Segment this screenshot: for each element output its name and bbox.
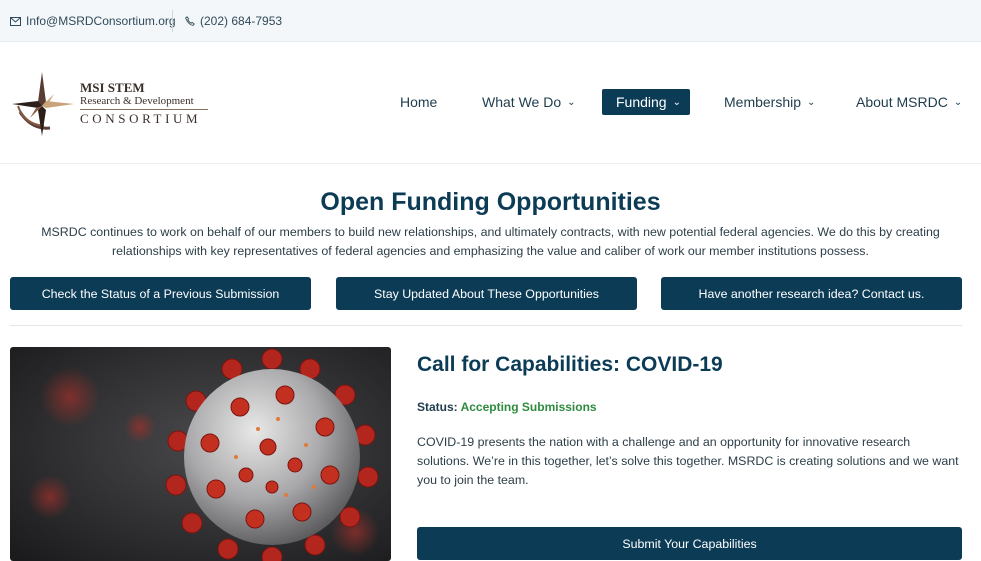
site-header: MSI STEM Research & Development CONSORTI…	[0, 42, 981, 164]
section-divider	[10, 325, 962, 326]
top-contact-bar: Info@MSRDConsortium.org (202) 684-7953	[0, 0, 981, 42]
stay-updated-button[interactable]: Stay Updated About These Opportunities	[336, 277, 637, 310]
nav-item-label: Membership	[724, 94, 802, 110]
nav-item-home[interactable]: Home	[386, 89, 451, 115]
opportunity-title: Call for Capabilities: COVID-19	[417, 353, 723, 376]
chevron-down-icon: ⌄	[953, 96, 963, 108]
email-text: Info@MSRDConsortium.org	[26, 14, 176, 28]
logo-line-3: CONSORTIUM	[80, 111, 202, 126]
opportunity-description: COVID-19 presents the nation with a chal…	[417, 435, 959, 487]
phone-icon	[185, 16, 195, 26]
page-title: Open Funding Opportunities	[320, 188, 661, 216]
nav-item-about[interactable]: About MSRDC ⌄	[842, 89, 976, 115]
status-label: Status:	[417, 400, 458, 414]
envelope-icon	[10, 16, 21, 26]
compass-logo-icon	[12, 72, 74, 136]
nav-item-what-we-do[interactable]: What We Do ⌄	[468, 89, 590, 115]
submit-capabilities-button[interactable]: Submit Your Capabilities	[417, 527, 962, 560]
nav-item-label: Funding	[616, 94, 667, 110]
nav-item-label: What We Do	[482, 94, 562, 110]
phone-link[interactable]: (202) 684-7953	[185, 14, 282, 28]
chevron-down-icon: ⌄	[672, 96, 681, 108]
phone-text: (202) 684-7953	[200, 14, 283, 28]
chevron-down-icon: ⌄	[567, 96, 576, 108]
chevron-down-icon: ⌄	[807, 96, 816, 108]
covid-image	[10, 347, 391, 561]
opportunity-status: Status: Accepting Submissions	[417, 400, 597, 414]
nav-item-label: Home	[400, 94, 438, 110]
email-link[interactable]: Info@MSRDConsortium.org	[10, 14, 176, 28]
nav-item-label: About MSRDC	[856, 94, 948, 110]
contact-us-button[interactable]: Have another research idea? Contact us.	[661, 277, 962, 310]
site-logo[interactable]: MSI STEM Research & Development CONSORTI…	[10, 68, 220, 138]
logo-line-1: MSI STEM	[80, 80, 145, 95]
intro-paragraph: MSRDC continues to work on behalf of our…	[41, 225, 940, 258]
topbar-divider	[172, 10, 173, 32]
nav-item-funding[interactable]: Funding ⌄	[602, 89, 690, 115]
logo-line-2: Research & Development	[80, 95, 194, 107]
nav-item-membership[interactable]: Membership ⌄	[710, 89, 829, 115]
check-status-button[interactable]: Check the Status of a Previous Submissio…	[10, 277, 311, 310]
logo-rule	[80, 109, 208, 110]
status-badge: Accepting Submissions	[460, 400, 597, 414]
